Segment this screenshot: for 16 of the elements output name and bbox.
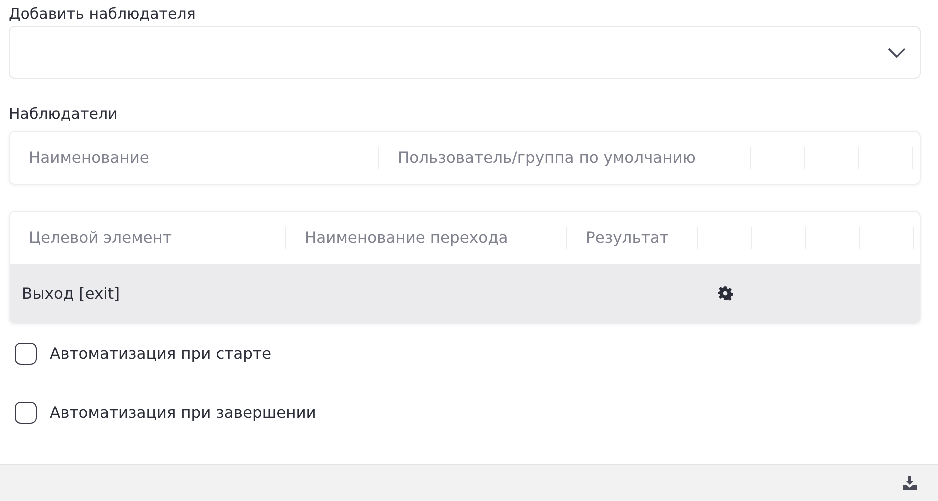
table-cell-text: Выход [exit]	[21, 284, 122, 302]
checkbox-label: Автоматизация при старте	[50, 344, 272, 362]
download-icon[interactable]	[903, 476, 917, 490]
column-header: Наименование перехода	[286, 212, 567, 264]
checkbox[interactable]	[15, 342, 37, 364]
checkbox[interactable]	[15, 402, 37, 424]
column-header: Целевой элемент	[10, 212, 286, 264]
gear-icon[interactable]	[718, 286, 732, 301]
column-header: Наименование	[10, 132, 379, 184]
section-title: Наблюдатели	[9, 104, 119, 125]
checkbox-label: Автоматизация при завершении	[50, 404, 316, 422]
column-header: Пользователь/группа по умолчанию	[379, 132, 751, 184]
table-row[interactable]: Выход [exit]	[10, 264, 920, 323]
column-header: Результат	[567, 212, 698, 264]
field-label: Добавить наблюдателя	[9, 4, 197, 25]
chevron-down-icon	[888, 48, 906, 58]
